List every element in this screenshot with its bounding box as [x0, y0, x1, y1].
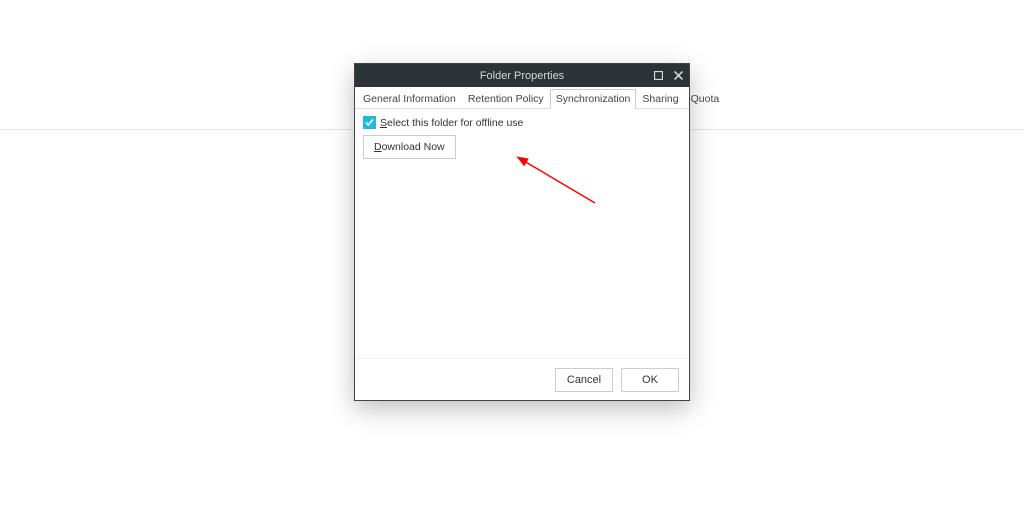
titlebar-icons	[649, 64, 687, 87]
maximize-icon[interactable]	[649, 68, 667, 84]
offline-use-checkbox[interactable]	[363, 116, 376, 129]
tab-bar: General Information Retention Policy Syn…	[355, 87, 689, 109]
window-title: Folder Properties	[359, 70, 685, 82]
dialog-footer: Cancel OK	[355, 358, 689, 400]
annotation-arrow-icon	[510, 153, 610, 213]
ok-button[interactable]: OK	[621, 368, 679, 392]
tab-content-synchronization: Select this folder for offline use Downl…	[355, 109, 689, 358]
offline-use-label[interactable]: Select this folder for offline use	[380, 117, 523, 129]
close-icon[interactable]	[669, 68, 687, 84]
download-now-label-text: ownload Now	[382, 141, 445, 153]
cancel-button[interactable]: Cancel	[555, 368, 613, 392]
offline-use-mnemonic: S	[380, 117, 387, 129]
tab-retention-policy[interactable]: Retention Policy	[462, 89, 550, 108]
tab-general-information[interactable]: General Information	[357, 89, 462, 108]
offline-use-row: Select this folder for offline use	[363, 116, 681, 129]
tab-sharing[interactable]: Sharing	[636, 89, 684, 108]
offline-use-label-text: elect this folder for offline use	[387, 117, 523, 129]
download-now-button[interactable]: Download Now	[363, 135, 456, 159]
titlebar[interactable]: Folder Properties	[355, 64, 689, 87]
tab-synchronization[interactable]: Synchronization	[550, 89, 637, 108]
folder-properties-dialog: Folder Properties General Information Re…	[354, 63, 690, 401]
download-now-mnemonic: D	[374, 141, 382, 153]
tab-quota[interactable]: Quota	[685, 89, 726, 108]
